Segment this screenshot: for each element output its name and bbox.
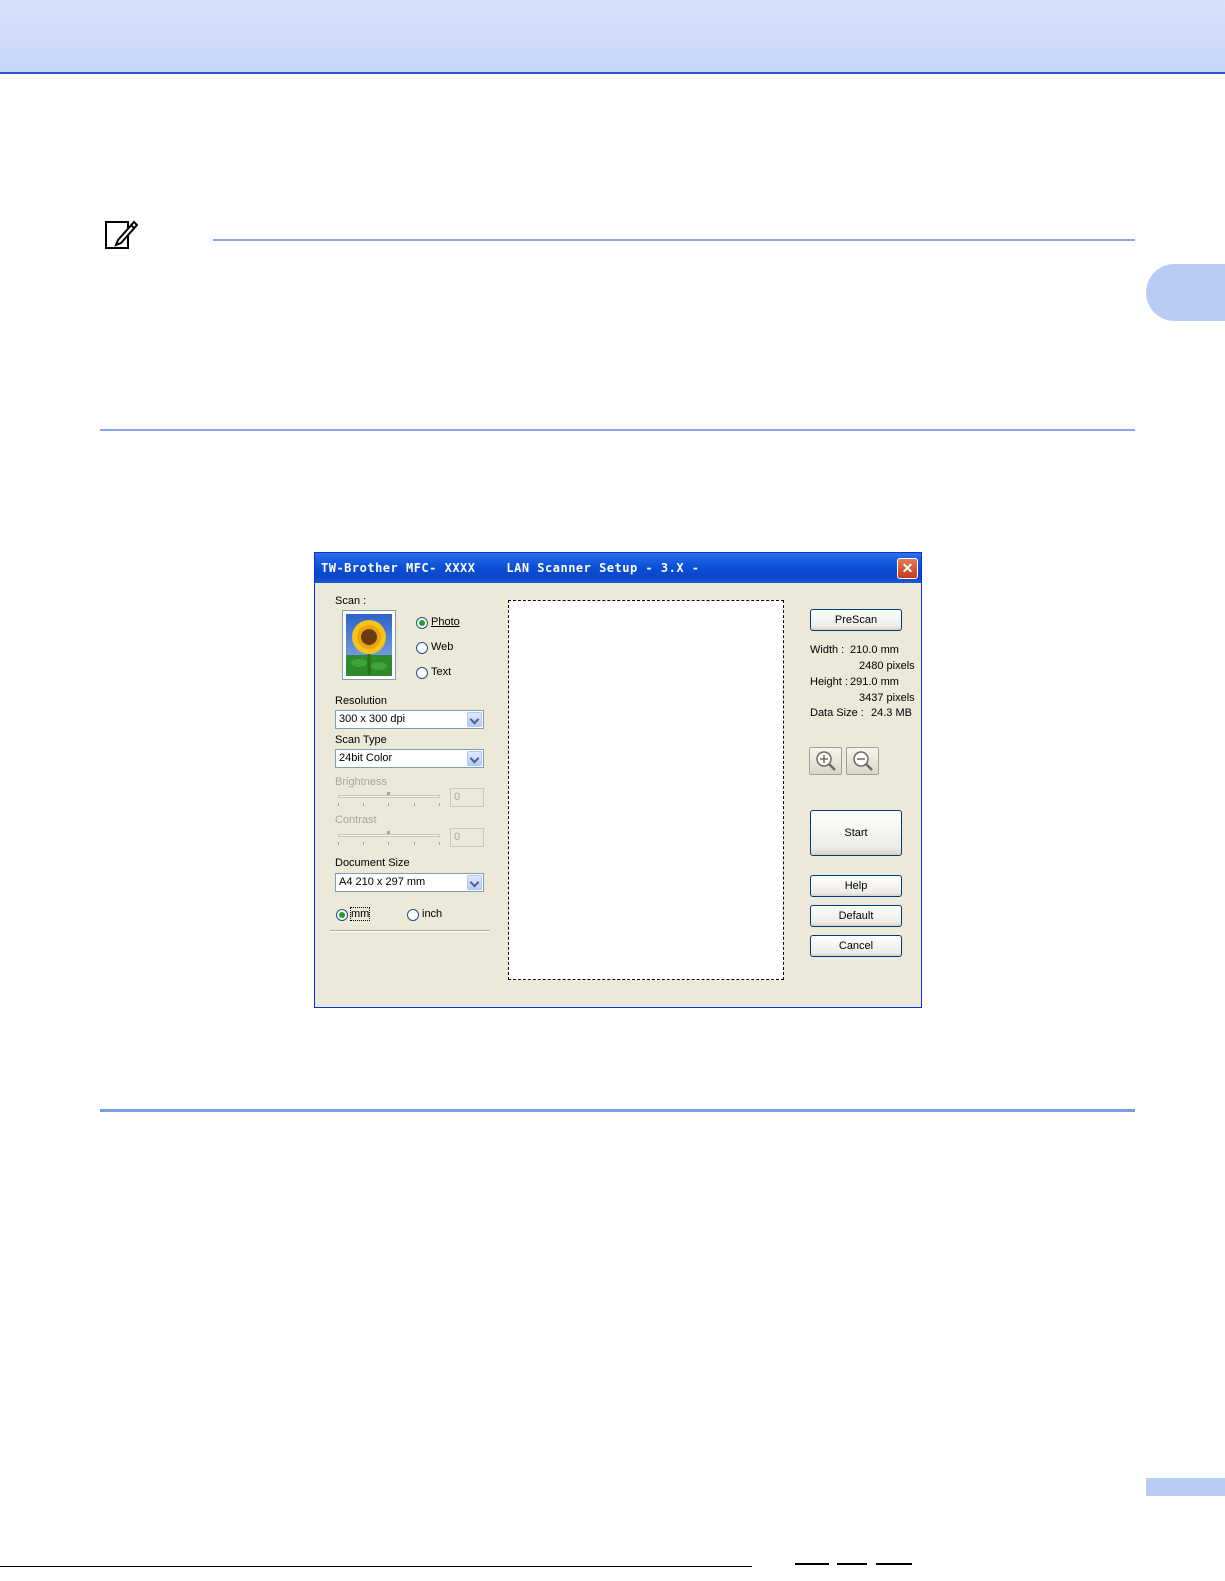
footer-mark [837,1563,867,1565]
scan-web-radio[interactable] [416,642,428,654]
scan-label: Scan : [335,595,367,607]
section-rule [100,1109,1135,1112]
document-size-label: Document Size [335,857,410,869]
zoom-in-button[interactable] [809,747,842,775]
chapter-tab [1146,264,1225,321]
scan-type-label: Scan Type [335,734,387,746]
slider-track [338,795,440,798]
note-rule [213,239,1135,241]
scan-type-select[interactable]: 24bit Color [335,749,484,768]
document-size-value: A4 210 x 297 mm [339,876,426,888]
chevron-down-icon[interactable] [467,751,482,766]
width-label: Width : [810,644,845,656]
height-label: Height : [810,676,848,688]
slider-tick [388,842,389,845]
scan-photo-radio[interactable] [416,617,428,629]
slider-tick [414,803,415,806]
prescan-button[interactable]: PreScan [810,609,902,631]
slider-tick [388,803,389,806]
page-header-band [0,0,1225,74]
slider-tick [439,842,440,845]
slider-tick [439,803,440,806]
width-pixels-value: 2480 pixels [859,660,915,672]
unit-mm-label[interactable]: mm [349,907,371,921]
sunflower-icon [346,614,392,676]
brightness-value-field[interactable]: 0 [450,788,484,807]
scan-text-radio[interactable] [416,667,428,679]
slider-tick [414,842,415,845]
unit-mm-radio[interactable] [336,909,348,921]
resolution-select[interactable]: 300 x 300 dpi [335,710,484,729]
slider-thumb[interactable] [387,831,390,834]
scan-web-label[interactable]: Web [431,641,453,653]
chevron-down-icon[interactable] [467,712,482,727]
help-button[interactable]: Help [810,875,902,897]
unit-inch-label[interactable]: inch [422,908,442,920]
scan-type-value: 24bit Color [339,752,393,764]
unit-inch-radio[interactable] [407,909,419,921]
contrast-slider[interactable] [338,827,442,845]
footer-mark [876,1563,912,1565]
slider-tick [363,803,364,806]
slider-thumb[interactable] [387,792,390,795]
default-button[interactable]: Default [810,905,902,927]
close-icon: ✕ [901,560,914,576]
scan-text-label[interactable]: Text [431,666,451,678]
chevron-down-icon[interactable] [467,875,482,890]
data-size-label: Data Size : [810,707,864,719]
cancel-button[interactable]: Cancel [810,935,902,957]
footer-rule [0,1566,752,1567]
resolution-value: 300 x 300 dpi [339,713,406,725]
brightness-slider[interactable] [338,788,442,806]
section-rule [100,429,1135,431]
page-number-tab [1146,1478,1225,1496]
resolution-label: Resolution [335,695,387,707]
photo-thumbnail [342,610,396,680]
width-mm-value: 210.0 mm [850,644,899,656]
panel-divider [330,930,490,932]
brightness-label: Brightness [335,776,387,788]
slider-tick [363,842,364,845]
slider-tick [338,842,339,845]
dialog-client-area: Scan : Photo Web Text Resolution 300 x 3… [318,583,918,1004]
contrast-value-field[interactable]: 0 [450,828,484,847]
scanner-setup-dialog: TW-Brother MFC- XXXX LAN Scanner Setup -… [314,552,922,1008]
scan-photo-label[interactable]: Photo [431,616,460,628]
slider-tick [338,803,339,806]
dialog-titlebar[interactable]: TW-Brother MFC- XXXX LAN Scanner Setup -… [315,553,921,583]
slider-track [338,834,440,837]
contrast-label: Contrast [335,814,377,826]
close-button[interactable]: ✕ [897,558,918,579]
note-pencil-icon [105,220,138,249]
zoom-out-icon [853,751,873,771]
data-size-value: 24.3 MB [871,707,912,719]
start-button[interactable]: Start [810,810,902,856]
zoom-in-icon [816,751,836,771]
scan-preview-area[interactable] [508,600,784,980]
dialog-title: TW-Brother MFC- XXXX LAN Scanner Setup -… [321,561,700,575]
height-mm-value: 291.0 mm [850,676,899,688]
zoom-out-button[interactable] [846,747,879,775]
footer-mark [795,1563,829,1565]
document-size-select[interactable]: A4 210 x 297 mm [335,873,484,892]
height-pixels-value: 3437 pixels [859,692,915,704]
